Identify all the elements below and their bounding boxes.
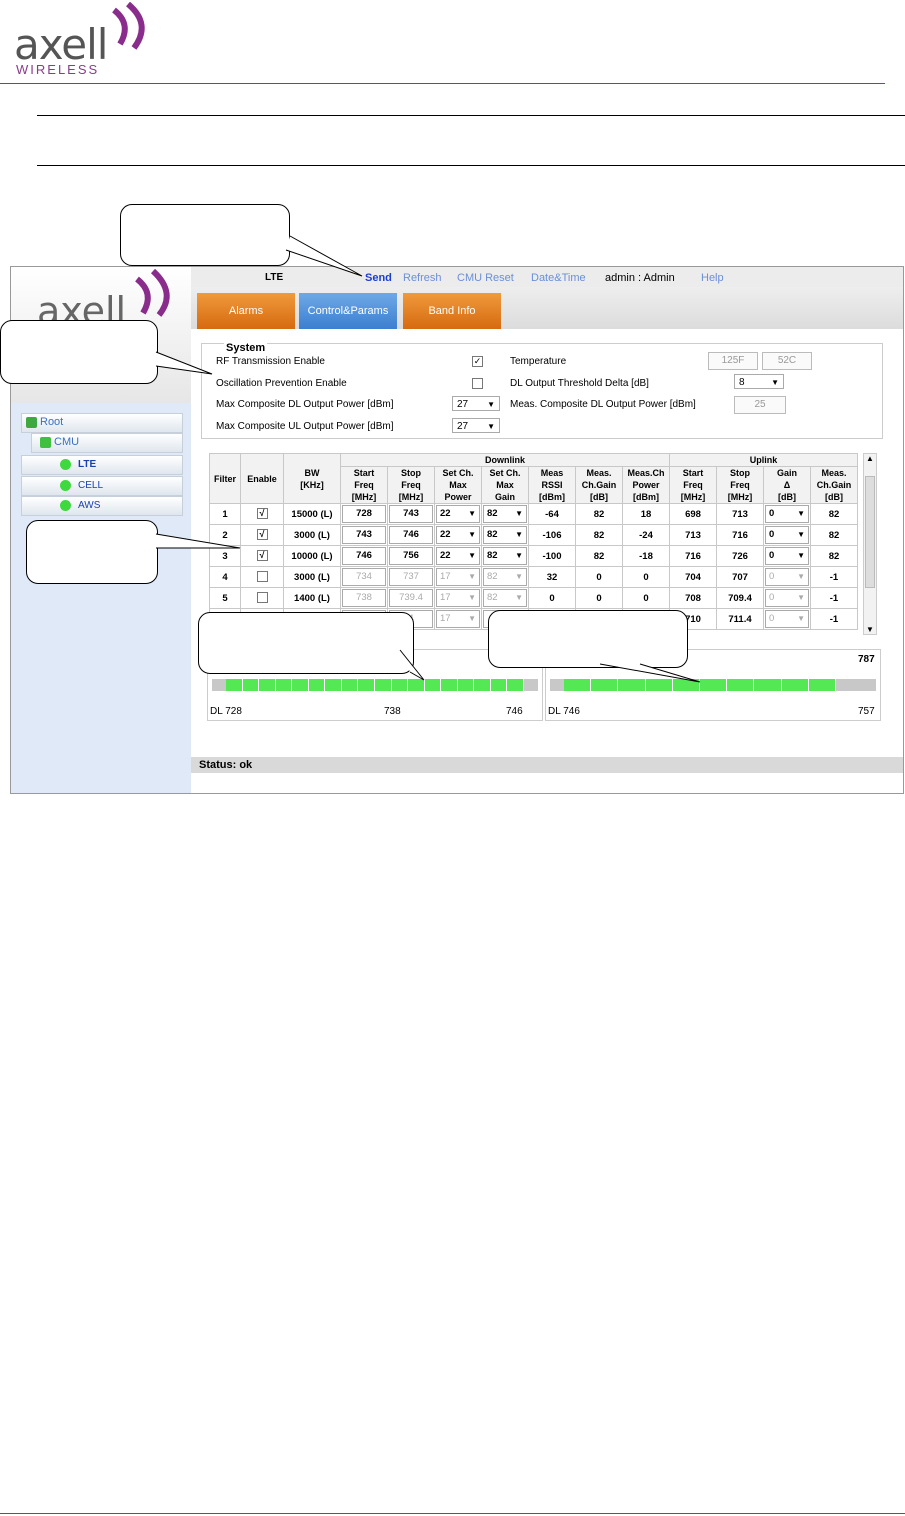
callout-pointers [155,235,701,683]
